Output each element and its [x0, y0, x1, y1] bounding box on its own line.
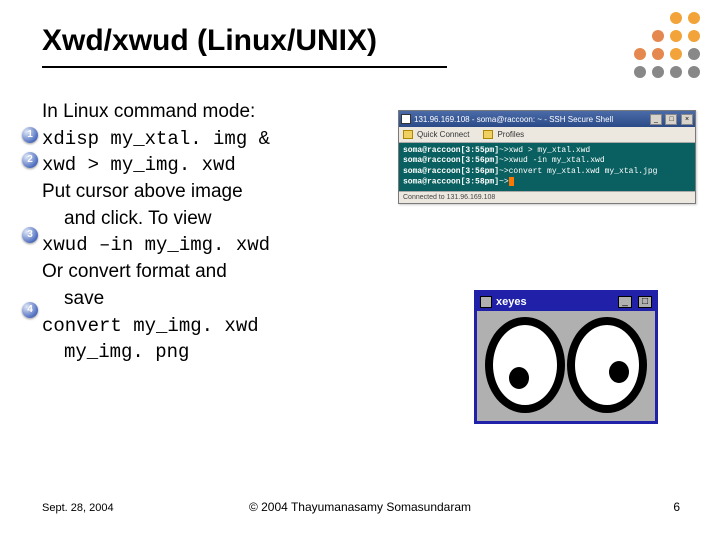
xeyes-left-eye [485, 317, 565, 413]
bullet-badge-1: 1 [22, 127, 38, 143]
minimize-icon[interactable]: _ [650, 114, 662, 125]
command-3: xwud –in my_img. xwd [42, 233, 352, 258]
terminal-app-icon [401, 114, 411, 124]
body-text: In Linux command mode: [42, 100, 352, 125]
command-4b: my_img. png [42, 340, 352, 365]
bullet-badge-2: 2 [22, 152, 38, 168]
body-text: Or convert format and [42, 260, 352, 285]
xeyes-title-text: xeyes [496, 296, 612, 308]
body-text: and click. To view [42, 207, 352, 232]
command-4a: convert my_img. xwd [42, 314, 352, 339]
slide-title: Xwd/xwud (Linux/UNIX) [42, 24, 377, 58]
terminal-titlebar: 131.96.169.108 - soma@raccoon: ~ - SSH S… [399, 111, 695, 127]
terminal-title-text: 131.96.169.108 - soma@raccoon: ~ - SSH S… [414, 115, 613, 124]
xeyes-right-pupil [609, 361, 629, 383]
xeyes-right-eye [567, 317, 647, 413]
xeyes-window: xeyes _ □ [474, 290, 658, 424]
slide-body: In Linux command mode: xdisp my_xtal. im… [42, 100, 352, 367]
terminal-window: 131.96.169.108 - soma@raccoon: ~ - SSH S… [398, 110, 696, 204]
bullet-badge-3: 3 [22, 227, 38, 243]
xeyes-canvas [477, 311, 655, 421]
terminal-statusbar: Connected to 131.96.169.108 [399, 191, 695, 203]
close-icon[interactable]: × [681, 114, 693, 125]
maximize-icon[interactable]: □ [665, 114, 677, 125]
command-1: xdisp my_xtal. img & [42, 127, 352, 152]
terminal-toolbar: Quick Connect Profiles [399, 127, 695, 143]
window-menu-icon[interactable] [480, 296, 492, 308]
bullet-badge-4: 4 [22, 302, 38, 318]
corner-dot-decoration [634, 12, 702, 80]
terminal-cursor [509, 177, 514, 186]
body-text: save [42, 287, 352, 312]
body-text: Put cursor above image [42, 180, 352, 205]
command-2: xwd > my_img. xwd [42, 153, 352, 178]
terminal-output: soma@raccoon[3:55pm]~>xwd > my_xtal.xwd … [399, 143, 695, 191]
quick-connect-button[interactable]: Quick Connect [417, 130, 469, 139]
title-underline [42, 66, 447, 68]
folder-icon [483, 130, 493, 139]
profiles-button[interactable]: Profiles [497, 130, 524, 139]
minimize-icon[interactable]: _ [618, 296, 632, 308]
folder-icon [403, 130, 413, 139]
footer-page-number: 6 [673, 500, 680, 514]
xeyes-titlebar: xeyes _ □ [477, 293, 655, 311]
xeyes-left-pupil [509, 367, 529, 389]
footer-copyright: © 2004 Thayumanasamy Somasundaram [0, 500, 720, 514]
maximize-icon[interactable]: □ [638, 296, 652, 308]
